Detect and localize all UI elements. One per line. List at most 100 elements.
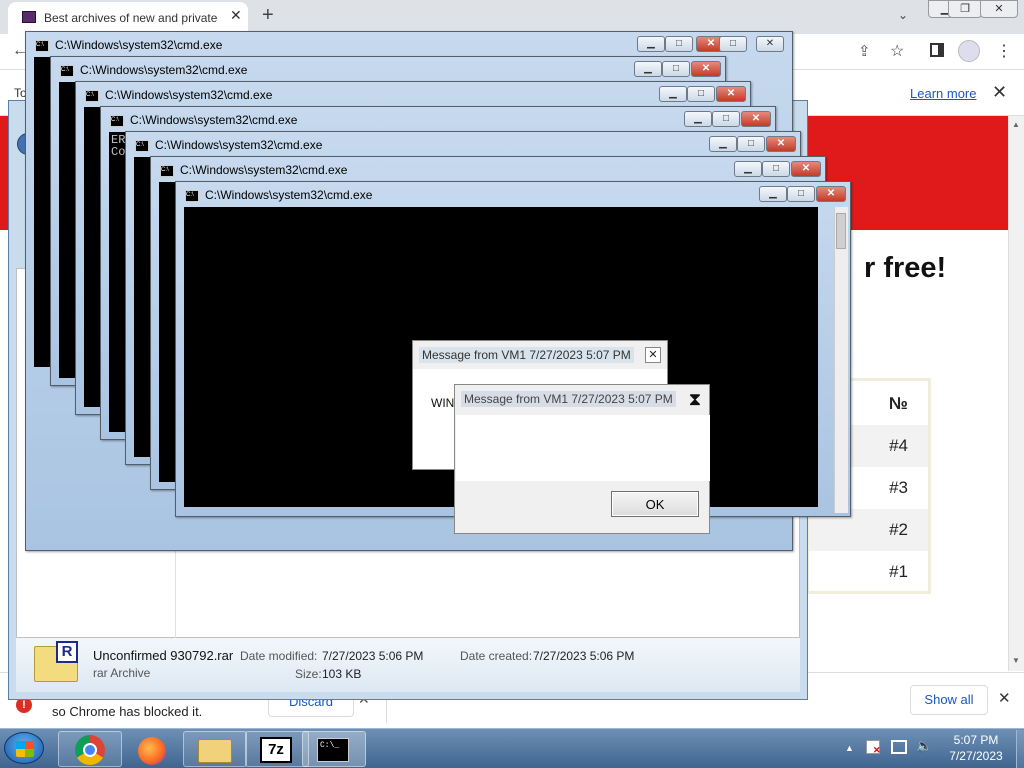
close-button[interactable]: ✕ (791, 161, 821, 177)
tab-search-icon[interactable]: ⌄ (898, 8, 908, 22)
close-button[interactable]: ✕ (816, 186, 846, 202)
side-panel-icon[interactable] (930, 43, 944, 57)
file-name: Unconfirmed 930792.rar (93, 648, 234, 663)
new-tab-icon[interactable]: + (262, 4, 274, 27)
network-icon[interactable] (891, 740, 907, 754)
message-dialog-front[interactable]: Message from VM1 7/27/2023 5:07 PM ⧗ OK (454, 384, 710, 534)
cmd-window-title: C:\Windows\system32\cmd.exe (180, 163, 348, 177)
tray-expand-icon[interactable]: ▲ (845, 743, 854, 753)
file-type: rar Archive (93, 666, 151, 680)
date-created-label: Date created: (460, 649, 533, 663)
minimize-button[interactable]: ▁ (684, 111, 712, 127)
size-label: Size: (295, 667, 322, 681)
7zip-icon: 7z (260, 737, 292, 763)
cmd-window-title: C:\Windows\system32\cmd.exe (130, 113, 298, 127)
extra-close-button[interactable]: ✕ (756, 36, 784, 52)
cmd-window-title: C:\Windows\system32\cmd.exe (155, 138, 323, 152)
cmd-window-icon: C:\ (160, 165, 174, 177)
show-all-button[interactable]: Show all (910, 685, 988, 715)
close-button[interactable]: ✕ (691, 61, 721, 77)
start-button[interactable] (4, 732, 44, 764)
maximize-button[interactable]: □ (687, 86, 715, 102)
volume-muted-icon[interactable]: 🔈 (916, 738, 932, 754)
blocked-message: so Chrome has blocked it. (52, 704, 203, 719)
bookmark-star-icon[interactable]: ☆ (890, 41, 904, 61)
browser-tab-strip: Best archives of new and private ✕ + ⌄ ▁… (0, 0, 1024, 34)
minimize-button[interactable]: ▁ (734, 161, 762, 177)
share-icon[interactable]: ⇪ (858, 42, 871, 60)
rar-logo-icon: R (56, 641, 78, 663)
download-bar-close-icon[interactable]: ✕ (998, 689, 1011, 707)
close-button[interactable]: ✕ (741, 111, 771, 127)
scrollbar-thumb[interactable] (836, 213, 846, 249)
message-dialog-title: Message from VM1 7/27/2023 5:07 PM (419, 347, 634, 363)
message-dialog-title: Message from VM1 7/27/2023 5:07 PM (461, 391, 676, 407)
clock-time: 5:07 PM (953, 733, 999, 747)
cmd-window-icon: C:\ (185, 190, 199, 202)
minimize-button[interactable]: ▁ (759, 186, 787, 202)
window-close-button[interactable]: ✕ (980, 0, 1018, 18)
menu-kebab-icon[interactable]: ⋮ (996, 41, 1012, 61)
tab-close-icon[interactable]: ✕ (230, 7, 242, 24)
scroll-down-icon[interactable]: ▼ (1012, 656, 1020, 665)
tab-favicon-icon (22, 11, 36, 23)
taskbar-explorer-button[interactable] (183, 731, 247, 767)
dialog-close-icon[interactable]: ✕ (645, 347, 661, 363)
maximize-button[interactable]: □ (762, 161, 790, 177)
taskbar-chrome-button[interactable] (58, 731, 122, 767)
maximize-button[interactable]: □ (712, 111, 740, 127)
taskbar-7zip-button[interactable]: 7z (245, 731, 309, 767)
windows-logo-icon (16, 741, 34, 757)
ok-button[interactable]: OK (611, 491, 699, 517)
action-center-icon[interactable]: ✕ (866, 740, 881, 755)
cmd-window-icon: C:\ (135, 140, 149, 152)
clock-date: 7/27/2023 (949, 749, 1003, 763)
show-desktop-button[interactable] (1016, 730, 1024, 768)
message-text: WIN (431, 396, 455, 410)
taskbar-firefox-button[interactable] (121, 731, 185, 767)
date-created-value: 7/27/2023 5:06 PM (533, 649, 635, 663)
close-button[interactable]: ✕ (766, 136, 796, 152)
maximize-button[interactable]: □ (662, 61, 690, 77)
cmd-window-title: C:\Windows\system32\cmd.exe (55, 38, 223, 52)
cmd-window-icon: C:\ (110, 115, 124, 127)
learn-more-link[interactable]: Learn more (910, 86, 976, 101)
page-headline: r free! (864, 252, 947, 284)
firefox-icon (138, 737, 166, 765)
cmd-scrollbar[interactable] (834, 207, 848, 513)
cmd-window-title: C:\Windows\system32\cmd.exe (80, 63, 248, 77)
cmd-window-icon: C:\ (85, 90, 99, 102)
infobar-close-icon[interactable]: ✕ (992, 82, 1007, 103)
browser-tab[interactable]: Best archives of new and private ✕ (8, 2, 248, 34)
rank-cell: #1 (889, 562, 908, 581)
maximize-button[interactable]: □ (665, 36, 693, 52)
maximize-button[interactable]: □ (737, 136, 765, 152)
explorer-details-pane (16, 638, 800, 692)
date-modified-value: 7/27/2023 5:06 PM (322, 649, 424, 663)
scroll-up-icon[interactable]: ▲ (1012, 120, 1020, 129)
taskbar-clock[interactable]: 5:07 PM 7/27/2023 (940, 732, 1012, 764)
date-modified-label: Date modified: (240, 649, 318, 663)
cmd-window-icon: C:\ (35, 40, 49, 52)
minimize-button[interactable]: ▁ (709, 136, 737, 152)
file-explorer-icon (198, 739, 232, 763)
cmd-window-title: C:\Windows\system32\cmd.exe (205, 188, 373, 202)
profile-avatar-icon[interactable] (958, 40, 980, 62)
maximize-button[interactable]: □ (787, 186, 815, 202)
windows-taskbar: 7z C:\_ ▲ ✕ 🔈 (0, 728, 1024, 768)
cmd-window-icon: C:\ (60, 65, 74, 77)
taskbar-cmd-button[interactable]: C:\_ (302, 731, 366, 767)
size-value: 103 KB (322, 667, 362, 681)
minimize-button[interactable]: ▁ (659, 86, 687, 102)
window-restore-button[interactable]: ❐ (948, 0, 982, 18)
chrome-icon (75, 735, 105, 765)
extra-maximize-button[interactable]: □ (719, 36, 747, 52)
minimize-button[interactable]: ▁ (634, 61, 662, 77)
cmd-icon: C:\_ (317, 738, 349, 762)
message-dialog-body (456, 415, 710, 481)
minimize-button[interactable]: ▁ (637, 36, 665, 52)
tab-title: Best archives of new and private (44, 11, 218, 25)
page-scrollbar[interactable]: ▲ ▼ (1008, 116, 1024, 671)
cmd-window-title: C:\Windows\system32\cmd.exe (105, 88, 273, 102)
close-button[interactable]: ✕ (716, 86, 746, 102)
